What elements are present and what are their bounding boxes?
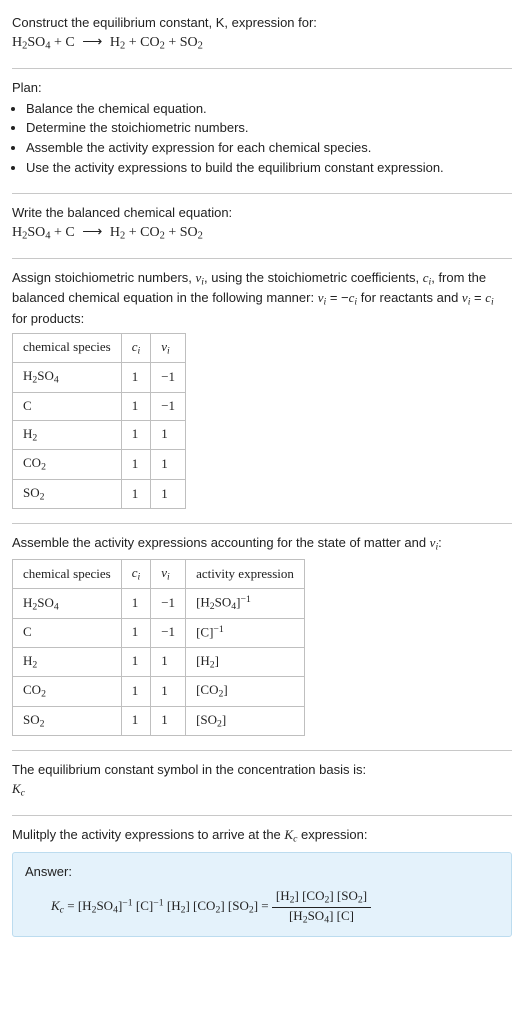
divider xyxy=(12,750,512,751)
main-equation: H2SO4 + C ⟶ H2 + CO2 + SO2 xyxy=(12,33,512,54)
plan-block: Plan: Balance the chemical equation. Det… xyxy=(12,73,512,189)
answer-expression: Kc = [H2SO4]−1 [C]−1 [H2] [CO2] [SO2] = … xyxy=(25,888,499,926)
kc-symbol: Kc xyxy=(12,780,512,801)
col-ci: ci xyxy=(121,333,151,363)
activity-block: Assemble the activity expressions accoun… xyxy=(12,528,512,746)
balanced-equation: H2SO4 + C ⟶ H2 + CO2 + SO2 xyxy=(12,223,512,244)
stoich-table: chemical species ci νi H2SO41−1 C1−1 H21… xyxy=(12,333,186,510)
divider xyxy=(12,193,512,194)
table-row: C1−1 xyxy=(13,392,186,420)
stoich-block: Assign stoichiometric numbers, νi, using… xyxy=(12,263,512,520)
answer-box: Answer: Kc = [H2SO4]−1 [C]−1 [H2] [CO2] … xyxy=(12,852,512,937)
table-header-row: chemical species ci νi xyxy=(13,333,186,363)
col-species: chemical species xyxy=(13,559,122,589)
divider xyxy=(12,523,512,524)
table-row: CO211[CO2] xyxy=(13,677,305,707)
plan-title: Plan: xyxy=(12,79,512,98)
answer-label: Answer: xyxy=(25,863,499,882)
activity-table: chemical species ci νi activity expressi… xyxy=(12,559,305,736)
plan-list: Balance the chemical equation. Determine… xyxy=(12,100,512,178)
plan-item: Determine the stoichiometric numbers. xyxy=(26,119,512,138)
divider xyxy=(12,815,512,816)
col-species: chemical species xyxy=(13,333,122,363)
table-row: SO211 xyxy=(13,479,186,509)
balanced-text: Write the balanced chemical equation: xyxy=(12,204,512,223)
table-header-row: chemical species ci νi activity expressi… xyxy=(13,559,305,589)
col-vi: νi xyxy=(151,559,186,589)
activity-text: Assemble the activity expressions accoun… xyxy=(12,534,512,555)
plan-item: Use the activity expressions to build th… xyxy=(26,159,512,178)
table-row: C1−1[C]−1 xyxy=(13,619,305,647)
table-row: CO211 xyxy=(13,450,186,480)
table-row: H211 xyxy=(13,420,186,450)
table-row: H2SO41−1 xyxy=(13,363,186,393)
divider xyxy=(12,68,512,69)
multiply-block: Mulitply the activity expressions to arr… xyxy=(12,820,512,948)
plan-item: Balance the chemical equation. xyxy=(26,100,512,119)
table-row: SO211[SO2] xyxy=(13,706,305,736)
col-activity: activity expression xyxy=(186,559,305,589)
table-row: H211[H2] xyxy=(13,647,305,677)
table-row: H2SO41−1[H2SO4]−1 xyxy=(13,589,305,619)
intro-line1: Construct the equilibrium constant, K, e… xyxy=(12,14,512,33)
divider xyxy=(12,258,512,259)
intro-block: Construct the equilibrium constant, K, e… xyxy=(12,8,512,64)
kc-symbol-text: The equilibrium constant symbol in the c… xyxy=(12,761,512,780)
multiply-text: Mulitply the activity expressions to arr… xyxy=(12,826,512,847)
kc-symbol-block: The equilibrium constant symbol in the c… xyxy=(12,755,512,810)
col-ci: ci xyxy=(121,559,151,589)
plan-item: Assemble the activity expression for eac… xyxy=(26,139,512,158)
col-vi: νi xyxy=(151,333,186,363)
stoich-text: Assign stoichiometric numbers, νi, using… xyxy=(12,269,512,329)
balanced-block: Write the balanced chemical equation: H2… xyxy=(12,198,512,254)
